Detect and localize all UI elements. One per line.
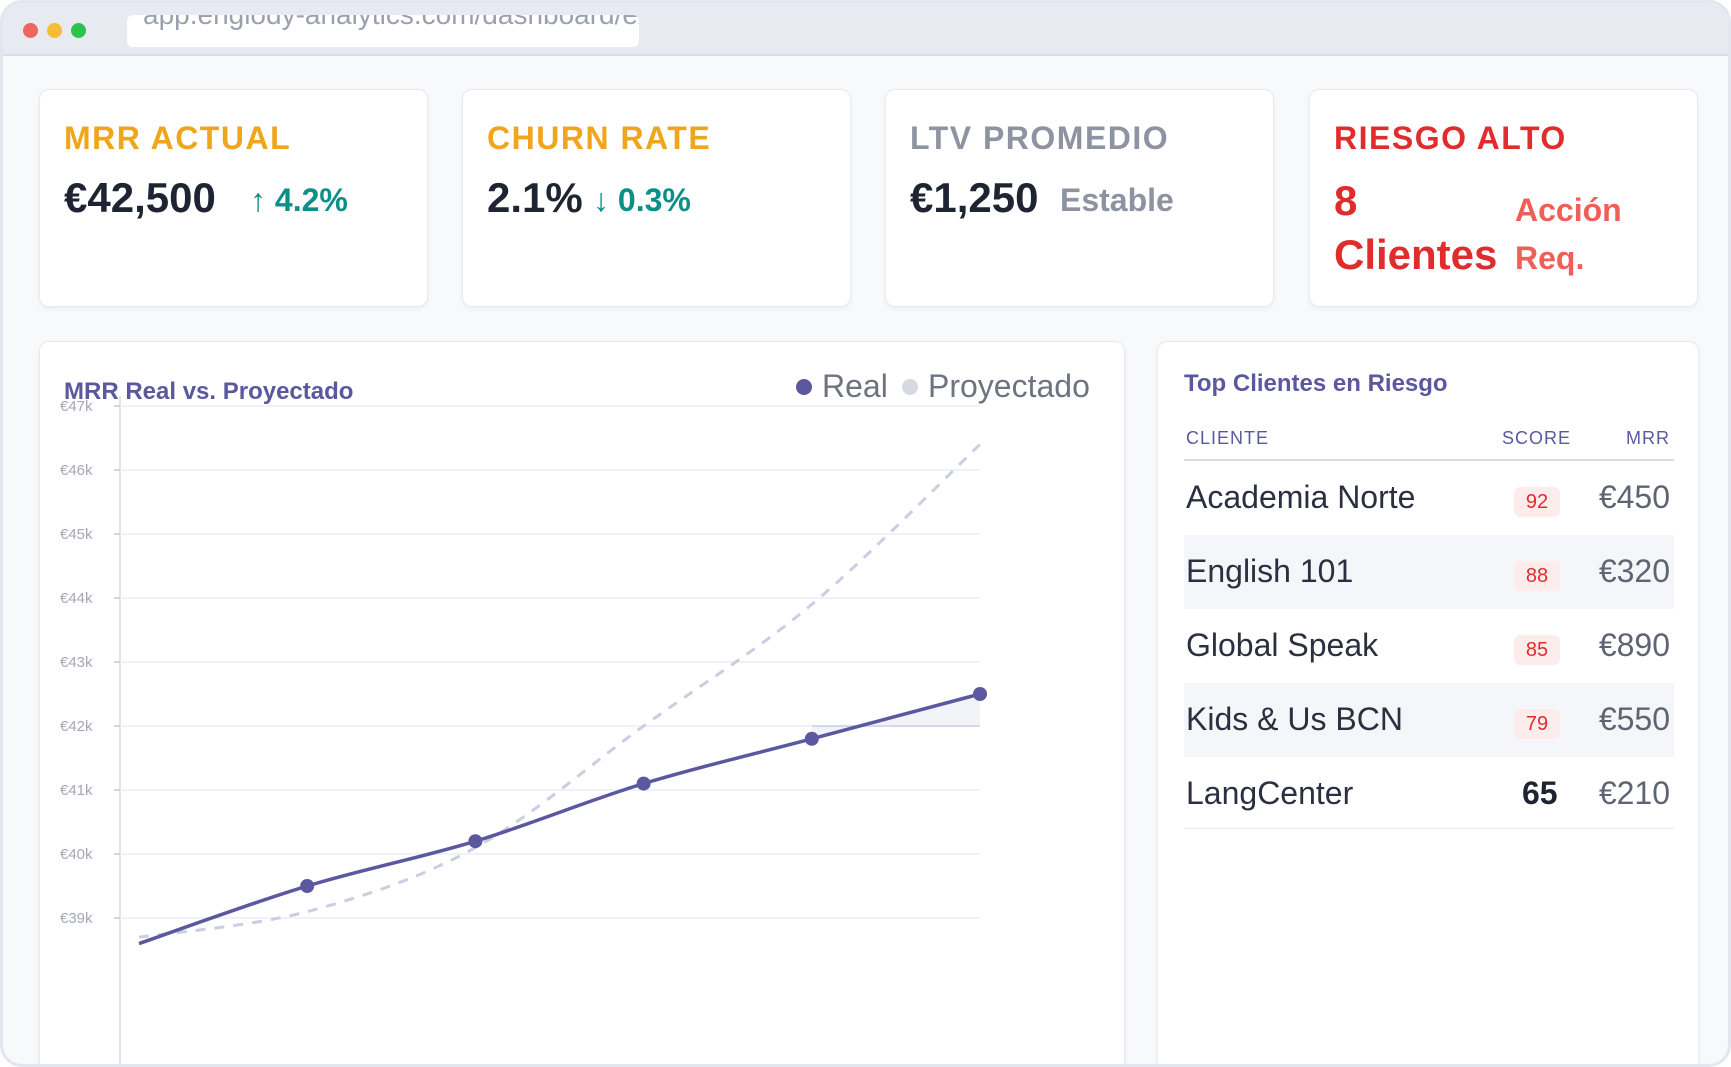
address-bar-url: app.englody-analytics.com/dashboard/exec… [143,15,639,47]
y-tick-label: €45k [60,526,93,543]
table-row[interactable]: LangCenter 65 €210 [1184,757,1674,831]
data-point-real [468,834,483,849]
data-point-real [300,879,315,893]
client-name: Kids & Us BCN [1186,701,1403,737]
risk-score-badge: 85 [1514,635,1560,665]
legend-projected-dot-icon [902,378,918,395]
legend-real[interactable]: Real [796,368,888,405]
legend-real-label: Real [822,368,888,404]
legend-real-dot-icon [796,378,812,395]
risk-table-title: Top Clientes en Riesgo [1184,370,1448,397]
y-tick-label: €40k [60,846,93,863]
close-window-icon[interactable] [23,23,38,38]
kpi-risk-unit: Clientes [1334,231,1498,278]
kpi-card-mrr: MRR ACTUAL €42,500 ↑ 4.2% [39,89,428,307]
y-tick-label: €41k [60,782,93,799]
risk-score-badge: 92 [1514,487,1560,517]
kpi-churn-title: CHURN RATE [487,120,712,156]
kpi-ltv-value: €1,250 [910,174,1039,221]
legend-projected[interactable]: Proyectado [902,368,1090,405]
client-mrr: €210 [1598,775,1670,811]
kpi-ltv-delta: Estable [1060,182,1174,218]
kpi-card-ltv: LTV PROMEDIO €1,250 Estable [885,89,1274,307]
client-name: Global Speak [1186,627,1379,663]
client-mrr: €320 [1598,553,1670,589]
table-row[interactable]: Global Speak 85 €890 [1184,609,1674,683]
kpi-churn-delta: ↓ 0.3% [593,182,691,218]
kpi-mrr-value: €42,500 [64,174,216,221]
kpi-risk-note-line1: Acción [1515,192,1622,228]
kpi-mrr-title: MRR ACTUAL [64,120,292,156]
mrr-line-chart: €39k€40k€41k€42k€43k€44k€45k€46k€47k [60,396,987,1064]
browser-titlebar: app.englody-analytics.com/dashboard/exec… [3,3,1728,56]
risk-clients-card: Top Clientes en Riesgo CLIENTE SCORE MRR… [1157,341,1699,1064]
risk-score-value: 65 [1522,775,1558,811]
kpi-risk-note-line2: Req. [1515,240,1585,276]
client-mrr: €890 [1598,627,1670,663]
series-line-real [138,692,981,946]
kpi-mrr-delta: ↑ 4.2% [250,182,348,218]
kpi-risk-value: 8 Clientes [1334,174,1497,282]
client-name: LangCenter [1186,775,1354,811]
y-tick-label: €46k [60,462,93,479]
client-mrr: €450 [1598,479,1670,515]
kpi-card-churn: CHURN RATE 2.1% ↓ 0.3% [462,89,851,307]
risk-score-badge: 88 [1514,561,1560,591]
data-point-real [636,776,651,791]
client-mrr: €550 [1598,701,1670,737]
kpi-risk-count: 8 [1334,177,1358,224]
y-tick-label: €44k [60,590,93,607]
column-header-score[interactable]: SCORE [1502,428,1571,449]
mrr-chart-card: €39k €40k €41k €42k €43k €44k €45k €46k €47k MRR… [39,341,1125,1064]
client-name: English 101 [1186,553,1354,589]
risk-score-badge: 79 [1514,709,1560,739]
y-tick-label: €42k [60,718,93,735]
table-row[interactable]: Academia Norte 92 €450 [1184,461,1674,535]
chart-title: MRR Real vs. Proyectado [64,378,354,405]
browser-window: app.englody-analytics.com/dashboard/exec… [0,0,1731,1067]
kpi-ltv-title: LTV PROMEDIO [910,120,1170,156]
client-name: Academia Norte [1186,479,1416,515]
kpi-risk-note: Acción Req. [1515,186,1622,282]
address-bar[interactable]: app.englody-analytics.com/dashboard/exec… [127,15,639,47]
minimize-window-icon[interactable] [47,23,62,38]
series-line-proyectado [138,443,982,939]
kpi-risk-title: RIESGO ALTO [1334,120,1567,156]
y-tick-label: €43k [60,654,93,671]
column-header-client[interactable]: CLIENTE [1186,428,1269,449]
data-point-real [973,687,987,701]
table-bottom-divider [1184,828,1674,829]
y-tick-label: €39k [60,910,93,927]
legend-projected-label: Proyectado [928,368,1090,404]
kpi-card-risk: RIESGO ALTO 8 Clientes Acción Req. [1309,89,1698,307]
kpi-churn-value: 2.1% [487,174,583,221]
column-header-mrr[interactable]: MRR [1626,428,1670,449]
maximize-window-icon[interactable] [71,23,86,38]
data-point-real [804,731,819,746]
table-row[interactable]: Kids & Us BCN 79 €550 [1184,683,1674,757]
table-row[interactable]: English 101 88 €320 [1184,535,1674,609]
